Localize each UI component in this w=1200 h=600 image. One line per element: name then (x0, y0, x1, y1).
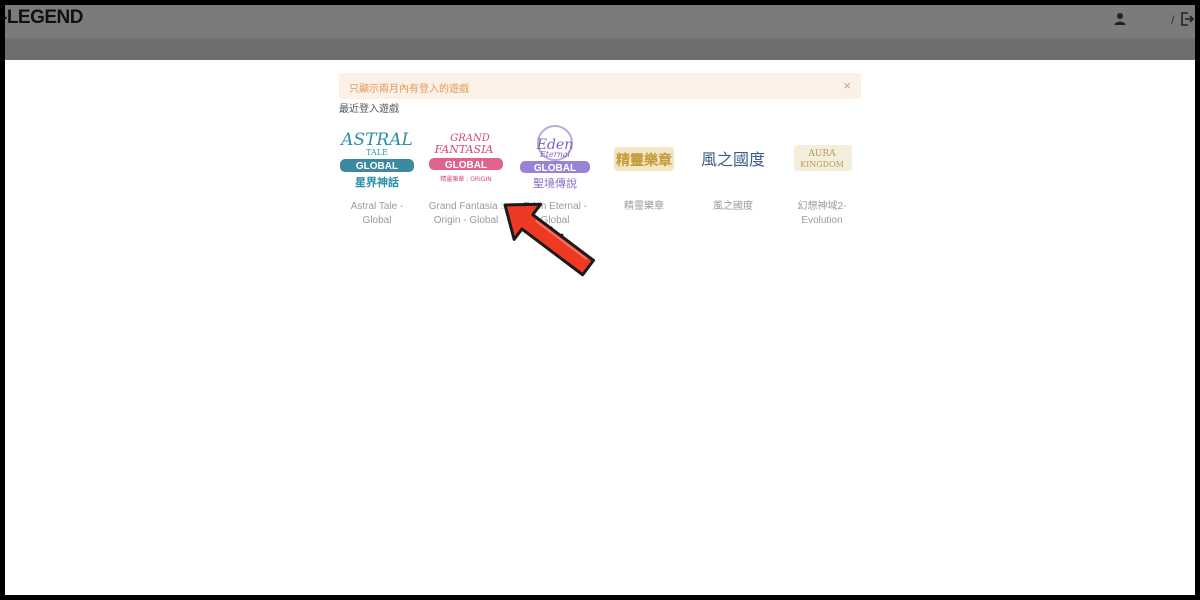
svg-text:星界神話: 星界神話 (355, 175, 399, 189)
game-name-line: 精靈樂章 (624, 201, 664, 212)
game-name-line: Origin - Global (433, 215, 499, 226)
svg-text:TALE: TALE (366, 148, 388, 157)
svg-text:AURA: AURA (807, 149, 836, 159)
aura-kingdom-logo: AURA KINGDOM (794, 145, 852, 171)
game-name-line: Global (362, 215, 392, 226)
game-item-astral-tale[interactable]: ASTRAL TALE GLOBAL 星界神話 Astral Tale - Gl… (337, 123, 417, 233)
svg-text:Eternal: Eternal (539, 150, 571, 159)
section-title: 最近登入遊戲 (339, 104, 399, 115)
eden-eternal-logo: Eden Eternal GLOBAL 聖境傳說 (520, 125, 590, 190)
svg-text:精靈樂章 : ORIGIN: 精靈樂章 : ORIGIN (440, 175, 491, 183)
user-icon[interactable] (1113, 12, 1127, 26)
game-name-line: Astral Tale - (350, 201, 404, 212)
page: -LEGEND / 只顯示兩月內有登入的遊戲 × 最近登入遊戲 ASTRAL T… (5, 5, 1195, 595)
game-name: Grand Fantasia : Origin - Global (426, 200, 506, 228)
game-name-line: 幻想神域2- (797, 201, 847, 212)
logout-icon[interactable] (1179, 11, 1195, 27)
svg-text:FANTASIA: FANTASIA (434, 143, 494, 156)
game-name-line: Evolution (801, 215, 843, 226)
jingling-logo: 精靈樂章 (614, 147, 674, 171)
astral-tale-logo: ASTRAL TALE GLOBAL 星界神話 (339, 130, 414, 189)
notice-text: 只顯示兩月內有登入的遊戲 (349, 84, 469, 95)
svg-text:KINGDOM: KINGDOM (800, 160, 844, 169)
game-item-aura-kingdom[interactable]: AURA KINGDOM 幻想神域2- Evolution (782, 123, 862, 233)
svg-text:精靈樂章: 精靈樂章 (616, 152, 672, 169)
game-item-grand-fantasia[interactable]: GRAND FANTASIA GLOBAL 精靈樂章 : ORIGIN Gran… (426, 123, 506, 233)
game-name: 風之國度 (693, 200, 773, 214)
svg-text:GLOBAL: GLOBAL (534, 163, 576, 174)
game-item-jingling[interactable]: 精靈樂章 精靈樂章 (604, 123, 684, 233)
pointer-arrow-icon (503, 202, 595, 277)
svg-text:GLOBAL: GLOBAL (445, 160, 487, 171)
close-icon[interactable]: × (843, 78, 851, 93)
notice-banner: 只顯示兩月內有登入的遊戲 × (339, 73, 861, 99)
game-name-line: Grand Fantasia : (428, 201, 504, 212)
game-name: 精靈樂章 (604, 200, 684, 214)
fengzhi-logo: 風之國度 (701, 150, 765, 169)
svg-text:ASTRAL: ASTRAL (339, 130, 413, 150)
site-logo[interactable]: -LEGEND (5, 7, 84, 29)
game-name: 幻想神域2- Evolution (782, 200, 862, 228)
game-name: Astral Tale - Global (337, 200, 417, 228)
game-name-line: 風之國度 (713, 201, 753, 212)
svg-text:GLOBAL: GLOBAL (356, 161, 398, 172)
top-header: -LEGEND / (5, 5, 1195, 60)
svg-text:聖境傳說: 聖境傳說 (533, 176, 577, 190)
game-item-fengzhi[interactable]: 風之國度 風之國度 (693, 123, 773, 233)
header-separator: / (1171, 13, 1175, 27)
svg-text:風之國度: 風之國度 (701, 150, 765, 169)
grand-fantasia-logo: GRAND FANTASIA GLOBAL 精靈樂章 : ORIGIN (429, 133, 503, 183)
